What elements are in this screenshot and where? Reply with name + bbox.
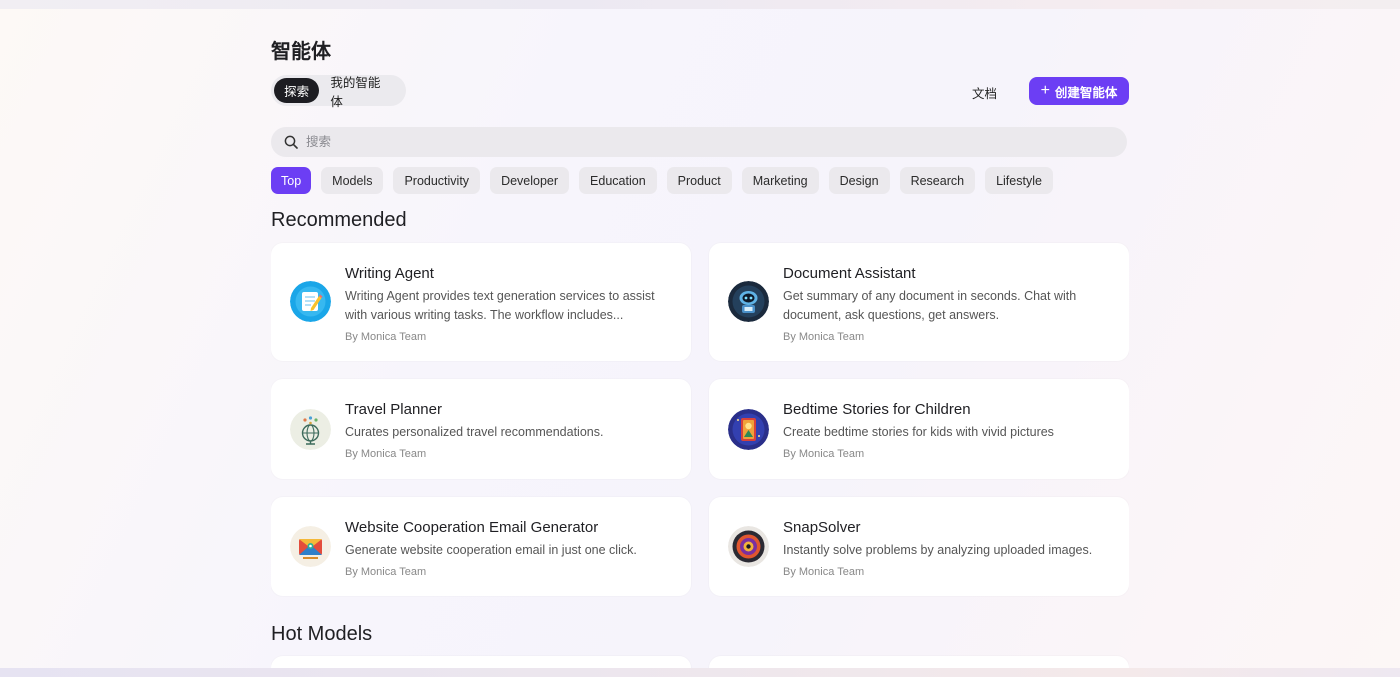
main-content: 智能体 探索 我的智能体 文档 + 创建智能体 Top Models Produ… [271, 0, 1129, 668]
hot-model-card[interactable] [709, 656, 1129, 668]
page-title: 智能体 [271, 41, 331, 63]
agent-card-document-assistant[interactable]: Document Assistant Get summary of any do… [709, 243, 1129, 361]
category-chip-marketing[interactable]: Marketing [741, 167, 819, 194]
agent-card-title: Bedtime Stories for Children [783, 401, 971, 418]
agent-card-author: By Monica Team [783, 331, 865, 343]
category-chip-design[interactable]: Design [828, 167, 890, 194]
agent-card-title: Website Cooperation Email Generator [345, 519, 599, 536]
section-title-hot-models: Hot Models [271, 623, 373, 645]
agent-card-title: Writing Agent [345, 265, 434, 282]
agent-card-author: By Monica Team [345, 448, 427, 460]
agent-card-title: Document Assistant [783, 265, 916, 282]
category-chip-education[interactable]: Education [579, 167, 657, 194]
category-chip-top[interactable]: Top [271, 167, 312, 194]
agent-card-author: By Monica Team [345, 331, 427, 343]
agent-card-snapsolver[interactable]: SnapSolver Instantly solve problems by a… [709, 497, 1129, 596]
agent-card-author: By Monica Team [783, 448, 865, 460]
category-chip-lifestyle[interactable]: Lifestyle [985, 167, 1053, 194]
agent-card-title: Travel Planner [345, 401, 442, 418]
agent-card-travel-planner[interactable]: Travel Planner Curates personalized trav… [271, 379, 691, 479]
agent-card-website-cooperation-email[interactable]: Website Cooperation Email Generator Gene… [271, 497, 691, 596]
search-icon [284, 135, 298, 149]
create-agent-label: 创建智能体 [1054, 85, 1118, 100]
category-chip-product[interactable]: Product [666, 167, 732, 194]
agent-card-description-line1: Get summary of any document in seconds. … [783, 289, 1077, 303]
globe-travel-icon [290, 409, 331, 450]
agent-card-bedtime-stories[interactable]: Bedtime Stories for Children Create bedt… [709, 379, 1129, 479]
agent-card-description-line1: Writing Agent provides text generation s… [345, 289, 655, 303]
category-chip-productivity[interactable]: Productivity [393, 167, 481, 194]
agent-card-description: Create bedtime stories for kids with viv… [783, 425, 1054, 439]
hot-model-card[interactable] [271, 656, 691, 668]
agent-card-title: SnapSolver [783, 519, 861, 536]
search-input[interactable] [306, 135, 1086, 149]
category-filter-bar: Top Models Productivity Developer Educat… [271, 167, 1053, 194]
agent-card-description: Curates personalized travel recommendati… [345, 425, 604, 439]
create-agent-button[interactable]: + 创建智能体 [1029, 77, 1129, 105]
category-chip-models[interactable]: Models [321, 167, 384, 194]
plus-icon: + [1040, 81, 1050, 99]
view-tabs: 探索 我的智能体 [271, 75, 406, 109]
docs-link[interactable]: 文档 [972, 83, 997, 102]
writing-pencil-icon [290, 281, 331, 322]
robot-document-icon [728, 281, 769, 322]
search-bar[interactable] [271, 127, 1127, 157]
bottom-band [0, 668, 1400, 677]
tab-my-agents[interactable]: 我的智能体 [319, 76, 403, 109]
section-title-recommended: Recommended [271, 209, 407, 231]
agent-card-author: By Monica Team [783, 566, 865, 578]
category-chip-research[interactable]: Research [899, 167, 976, 194]
agent-card-description: Generate website cooperation email in ju… [345, 543, 637, 557]
camera-lens-icon [728, 526, 769, 567]
tab-explore[interactable]: 探索 [274, 78, 320, 103]
agent-card-author: By Monica Team [345, 566, 427, 578]
agent-card-description-line2: with various writing tasks. The workflow… [345, 308, 624, 322]
agent-card-writing-agent[interactable]: Writing Agent Writing Agent provides tex… [271, 243, 691, 361]
storybook-icon [728, 409, 769, 450]
agent-card-description: Instantly solve problems by analyzing up… [783, 543, 1093, 557]
agent-card-description-line2: document, ask questions, get answers. [783, 308, 1000, 322]
category-chip-developer[interactable]: Developer [490, 167, 570, 194]
email-envelope-icon [290, 526, 331, 567]
